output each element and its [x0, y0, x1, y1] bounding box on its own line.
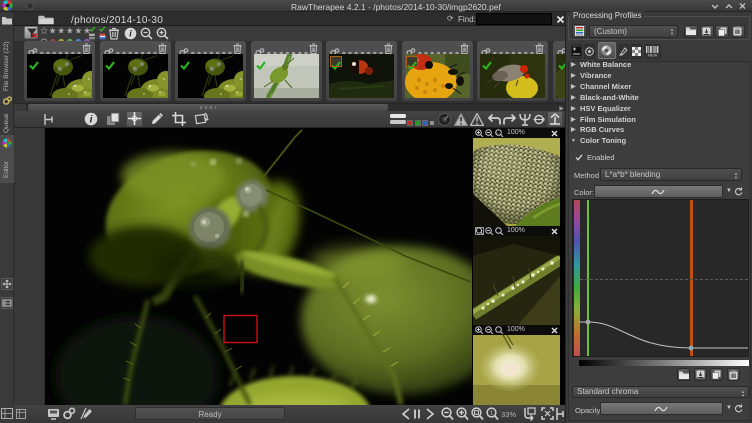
svg-text:1: 1: [490, 411, 493, 417]
svg-text:META: META: [648, 54, 658, 57]
svg-text:i: i: [90, 115, 93, 126]
